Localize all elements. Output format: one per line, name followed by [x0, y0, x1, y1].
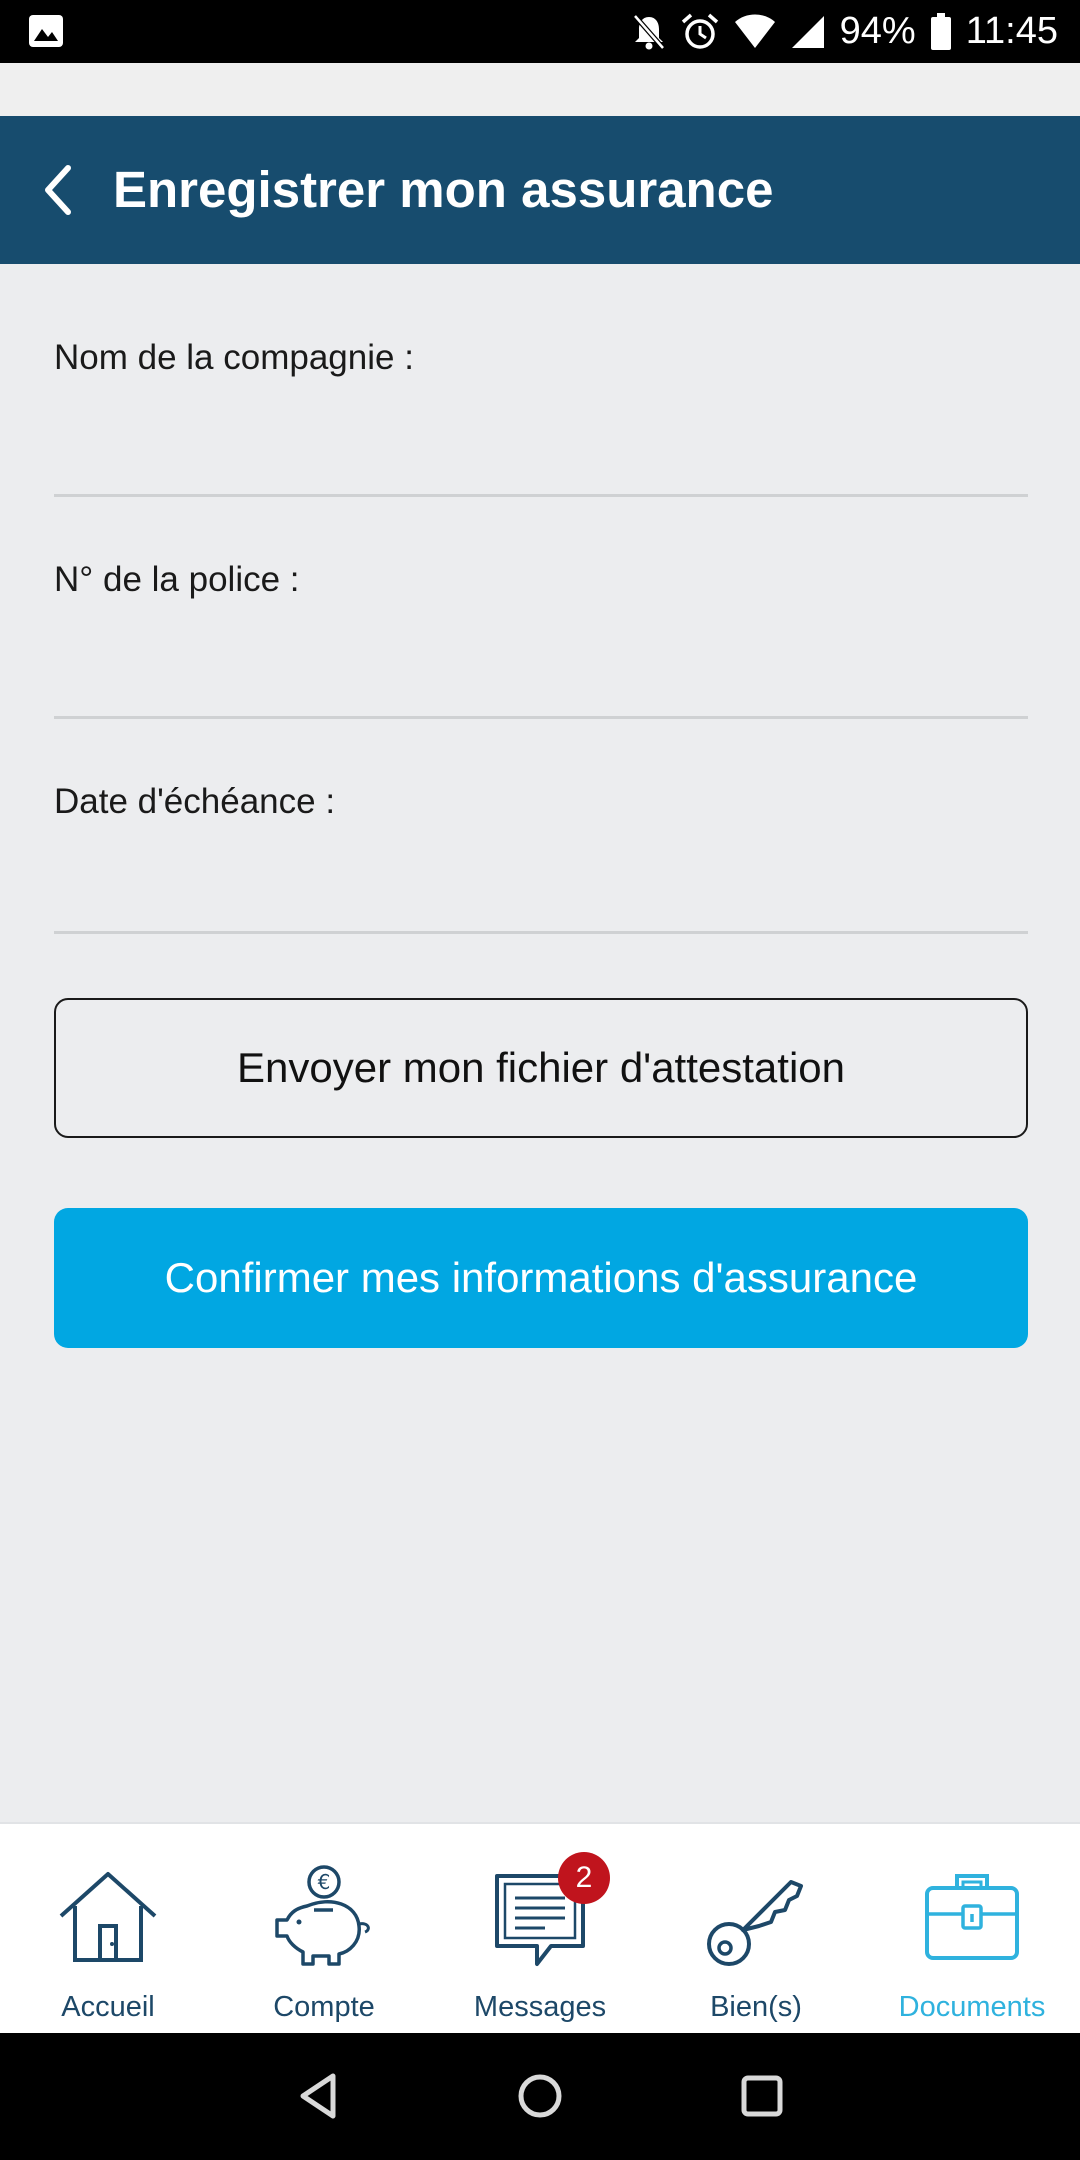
- battery-icon: [930, 12, 951, 50]
- home-circle-icon[interactable]: [510, 2066, 570, 2126]
- page-title: Enregistrer mon assurance: [113, 161, 774, 218]
- company-input[interactable]: [54, 427, 1028, 497]
- top-strip: [0, 63, 1080, 116]
- nav-label-messages: Messages: [473, 1991, 607, 2023]
- status-icons: 94% 11:45: [632, 0, 1058, 63]
- recents-square-icon[interactable]: [732, 2066, 792, 2126]
- bottom-nav: Accueil € Compte 2 Messages Bien(s) Docu…: [0, 1822, 1080, 2033]
- confirm-insurance-button[interactable]: Confirmer mes informations d'assurance: [54, 1208, 1028, 1348]
- upload-attestation-button[interactable]: Envoyer mon fichier d'attestation: [54, 998, 1028, 1138]
- nav-label-compte: Compte: [273, 1991, 375, 2023]
- nav-item-documents[interactable]: Documents: [864, 1824, 1080, 2033]
- nav-item-messages[interactable]: 2 Messages: [432, 1824, 648, 2033]
- due-date-label: Date d'échéance :: [54, 782, 336, 821]
- system-nav-bar: [0, 2033, 1080, 2160]
- piggy-bank-icon: €: [275, 1865, 370, 1966]
- key-icon: [707, 1880, 803, 1966]
- chevron-left-icon[interactable]: [30, 150, 110, 230]
- briefcase-icon: [925, 1874, 1019, 1960]
- company-label: Nom de la compagnie :: [54, 338, 414, 377]
- bell-off-icon: [632, 13, 665, 50]
- policy-input[interactable]: [54, 649, 1028, 719]
- messages-badge: 2: [558, 1852, 610, 1904]
- house-icon: [59, 1872, 157, 1962]
- wifi-icon: [734, 14, 775, 48]
- back-triangle-icon[interactable]: [289, 2066, 349, 2126]
- nav-label-accueil: Accueil: [61, 1991, 155, 2023]
- battery-percentage: 94%: [839, 10, 916, 52]
- app-header: Enregistrer mon assurance: [0, 116, 1080, 264]
- image-icon: [29, 15, 63, 47]
- due-date-input[interactable]: [54, 864, 1028, 934]
- nav-label-documents: Documents: [898, 1991, 1046, 2023]
- signal-icon: [791, 15, 824, 48]
- svg-text:€: €: [318, 1870, 331, 1894]
- policy-label: N° de la police :: [54, 560, 300, 599]
- nav-item-accueil[interactable]: Accueil: [0, 1824, 216, 2033]
- nav-label-biens: Bien(s): [710, 1991, 802, 2023]
- status-bar: 94% 11:45: [0, 0, 1080, 63]
- clock: 11:45: [965, 10, 1058, 52]
- nav-item-compte[interactable]: € Compte: [216, 1824, 432, 2033]
- nav-item-biens[interactable]: Bien(s): [648, 1824, 864, 2033]
- alarm-icon: [681, 13, 718, 49]
